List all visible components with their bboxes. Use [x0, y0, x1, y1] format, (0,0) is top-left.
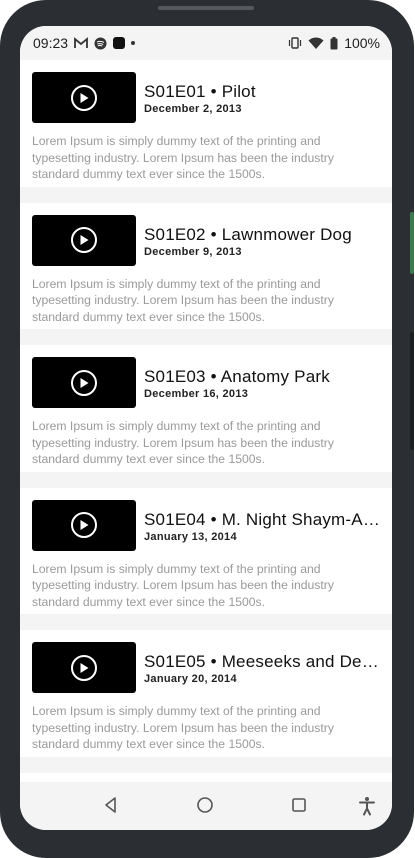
battery-percent: 100%	[344, 35, 380, 51]
episode-list[interactable]: S01E01 • Pilot December 2, 2013 Lorem Ip…	[20, 60, 392, 782]
episode-item[interactable]: S01E01 • Pilot December 2, 2013 Lorem Ip…	[20, 60, 392, 187]
episode-description: Lorem Ipsum is simply dummy text of the …	[32, 276, 334, 324]
episode-item[interactable]: S01E02 • Lawnmower Dog December 9, 2013 …	[20, 202, 392, 329]
episode-description: Lorem Ipsum is simply dummy text of the …	[32, 419, 334, 466]
vibrate-icon	[288, 36, 302, 50]
episode-thumbnail[interactable]	[32, 499, 136, 551]
phone-screen: 09:23 100% S01E01 • Pilot December 2, 20…	[20, 26, 392, 830]
play-icon[interactable]	[71, 227, 97, 253]
app-icon	[113, 36, 126, 50]
episode-date: January 20, 2014	[144, 673, 237, 685]
episode-description: Lorem Ipsum is simply dummy text of the …	[32, 704, 334, 751]
episode-item[interactable]: S01E05 • Meeseeks and De… January 20, 20…	[20, 630, 392, 757]
episode-meta: S01E02 • Lawnmower Dog December 9, 2013	[144, 215, 380, 259]
power-button	[410, 332, 414, 450]
episode-meta: S01E01 • Pilot December 2, 2013	[144, 72, 380, 116]
play-icon[interactable]	[71, 654, 97, 681]
back-icon[interactable]	[102, 796, 120, 814]
battery-icon	[330, 36, 338, 50]
episode-thumbnail[interactable]	[32, 357, 136, 408]
episode-meta: S01E03 • Anatomy Park December 16, 2013	[144, 357, 380, 401]
play-icon[interactable]	[71, 512, 97, 538]
status-left: 09:23	[33, 35, 136, 51]
episode-description: Lorem Ipsum is simply dummy text of the …	[32, 561, 334, 609]
episode-item[interactable]: S01E04 • M. Night Shaym-A… January 13, 2…	[20, 487, 392, 614]
episode-header: S01E04 • M. Night Shaym-A… January 13, 2…	[32, 499, 380, 551]
episode-title[interactable]: S01E05 • Meeseeks and De…	[144, 652, 380, 672]
status-bar: 09:23 100%	[20, 26, 392, 60]
episode-date: December 16, 2013	[144, 388, 249, 400]
episode-date: December 2, 2013	[144, 103, 242, 115]
episode-date: January 13, 2014	[144, 530, 237, 543]
wifi-icon	[308, 36, 324, 50]
episode-header: S01E02 • Lawnmower Dog December 9, 2013	[32, 214, 380, 266]
episode-title[interactable]: S01E02 • Lawnmower Dog	[144, 225, 380, 245]
episode-meta: S01E05 • Meeseeks and De… January 20, 20…	[144, 642, 380, 686]
phone-frame: 09:23 100% S01E01 • Pilot December 2, 20…	[0, 0, 414, 858]
spotify-icon	[94, 36, 107, 50]
home-icon[interactable]	[196, 796, 214, 814]
status-time: 09:23	[33, 35, 69, 51]
episode-item[interactable]: S01E03 • Anatomy Park December 16, 2013 …	[20, 345, 392, 472]
episode-header: S01E05 • Meeseeks and De… January 20, 20…	[32, 642, 380, 693]
episode-title[interactable]: S01E04 • M. Night Shaym-A…	[144, 510, 380, 530]
episode-item[interactable]: S01E06 • Rick Potion #9 January 27, 2014…	[20, 772, 392, 782]
episode-description: Lorem Ipsum is simply dummy text of the …	[32, 134, 334, 181]
accessibility-icon[interactable]	[358, 796, 376, 816]
episode-title[interactable]: S01E01 • Pilot	[144, 82, 380, 102]
play-icon[interactable]	[71, 369, 97, 396]
more-dot-icon	[131, 36, 136, 50]
recents-icon[interactable]	[290, 796, 308, 814]
gmail-icon	[74, 36, 88, 50]
navigation-bar	[20, 782, 392, 830]
episode-header: S01E03 • Anatomy Park December 16, 2013	[32, 357, 380, 408]
episode-thumbnail[interactable]	[32, 214, 136, 266]
status-right: 100%	[288, 35, 380, 51]
volume-button	[410, 212, 414, 274]
episode-thumbnail[interactable]	[32, 72, 136, 123]
episode-meta: S01E04 • M. Night Shaym-A… January 13, 2…	[144, 500, 380, 544]
episode-thumbnail[interactable]	[32, 642, 136, 693]
episode-header: S01E01 • Pilot December 2, 2013	[32, 72, 380, 123]
episode-title[interactable]: S01E03 • Anatomy Park	[144, 367, 380, 387]
episode-date: December 9, 2013	[144, 245, 242, 258]
play-icon[interactable]	[71, 84, 97, 111]
